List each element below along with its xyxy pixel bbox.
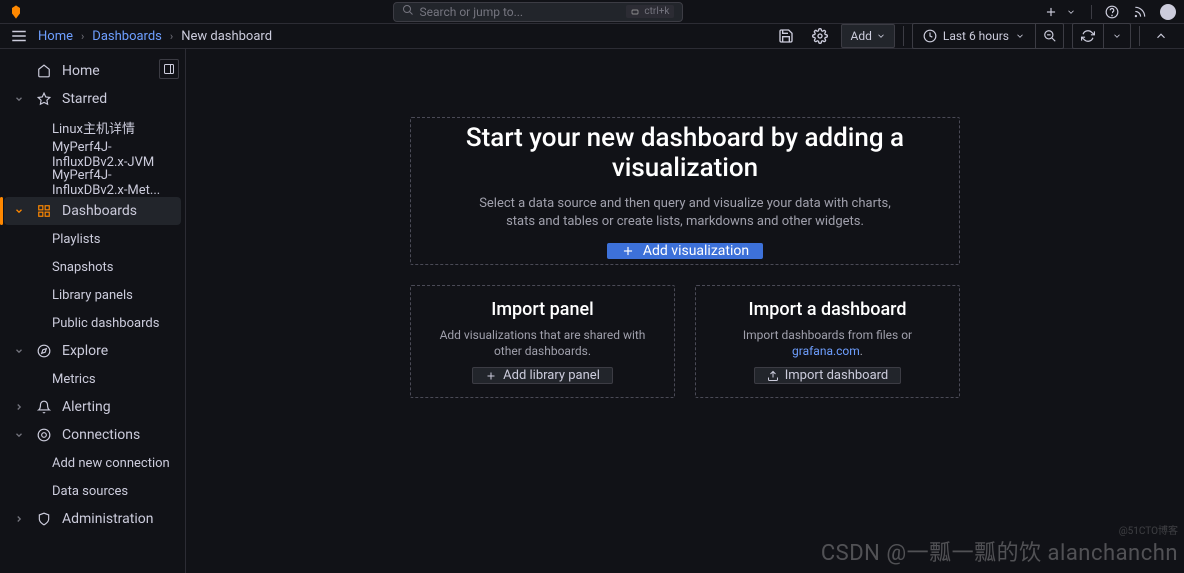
grafana-logo-icon[interactable] — [8, 4, 24, 20]
time-picker: Last 6 hours — [912, 23, 1064, 49]
breadcrumb-dashboards[interactable]: Dashboards — [92, 29, 162, 44]
sidebar-item-snapshots[interactable]: Snapshots — [4, 253, 181, 281]
sidebar-item-starred-1[interactable]: MyPerf4J-InfluxDBv2.x-JVM — [4, 141, 181, 169]
sidebar-item-label: Public dashboards — [52, 316, 159, 331]
card-import-dashboard: Import a dashboard Import dashboards fro… — [695, 285, 960, 398]
search-icon — [402, 4, 414, 19]
help-icon[interactable] — [1104, 4, 1120, 20]
sidebar-item-starred[interactable]: Starred — [4, 85, 181, 113]
card-title: Start your new dashboard by adding a vis… — [431, 123, 939, 183]
apps-icon — [36, 204, 52, 218]
chevron-right-icon: › — [170, 30, 173, 43]
zoom-out-icon[interactable] — [1036, 23, 1064, 49]
refresh-group — [1072, 23, 1131, 49]
subbar: Home › Dashboards › New dashboard Add La… — [0, 24, 1184, 49]
refresh-icon[interactable] — [1073, 24, 1104, 48]
card-title: Import a dashboard — [748, 299, 906, 320]
card-import-panel: Import panel Add visualizations that are… — [410, 285, 675, 398]
time-range-button[interactable]: Last 6 hours — [912, 23, 1036, 49]
import-dashboard-button[interactable]: Import dashboard — [754, 367, 902, 384]
news-icon[interactable] — [1132, 4, 1148, 20]
sidebar-item-label: Metrics — [52, 372, 96, 387]
sidebar-item-label: Data sources — [52, 484, 128, 499]
plus-icon[interactable] — [1043, 4, 1059, 20]
sidebar-item-alerting[interactable]: Alerting — [4, 393, 181, 421]
menu-icon[interactable] — [10, 27, 28, 45]
card-description: Import dashboards from files or grafana.… — [712, 328, 943, 359]
breadcrumbs: Home › Dashboards › New dashboard — [38, 29, 272, 44]
sidebar-item-label: MyPerf4J-InfluxDBv2.x-Met... — [52, 168, 173, 198]
refresh-interval-dropdown[interactable] — [1104, 24, 1130, 48]
compass-icon — [36, 344, 52, 358]
search-shortcut: ctrl+k — [626, 5, 673, 18]
add-library-panel-button[interactable]: Add library panel — [472, 367, 613, 384]
plug-icon — [36, 428, 52, 442]
sidebar-item-label: Playlists — [52, 232, 100, 247]
chevron-down-icon — [12, 94, 26, 104]
sidebar-item-connections[interactable]: Connections — [4, 421, 181, 449]
sidebar-item-explore[interactable]: Explore — [4, 337, 181, 365]
sidebar-item-starred-0[interactable]: Linux主机详情 — [4, 113, 181, 141]
card-add-visualization: Start your new dashboard by adding a vis… — [410, 117, 960, 265]
sidebar-item-label: Home — [62, 63, 100, 79]
sidebar-item-public-dashboards[interactable]: Public dashboards — [4, 309, 181, 337]
sidebar-item-administration[interactable]: Administration — [4, 505, 181, 533]
grafana-link[interactable]: grafana.com — [792, 344, 860, 358]
save-icon[interactable] — [773, 23, 799, 49]
sidebar-item-add-connection[interactable]: Add new connection — [4, 449, 181, 477]
sidebar-item-starred-2[interactable]: MyPerf4J-InfluxDBv2.x-Met... — [4, 169, 181, 197]
sidebar-item-label: Explore — [62, 343, 108, 359]
sidebar-item-metrics[interactable]: Metrics — [4, 365, 181, 393]
sidebar-item-label: Dashboards — [62, 203, 137, 219]
sidebar: Home Starred Linux主机详情 MyPerf4J-InfluxDB… — [0, 49, 186, 573]
breadcrumb-home[interactable]: Home — [38, 29, 73, 44]
breadcrumb-current: New dashboard — [181, 29, 272, 44]
home-icon — [36, 64, 52, 78]
sidebar-item-label: Add new connection — [52, 456, 170, 471]
collapse-icon[interactable] — [1148, 23, 1174, 49]
sidebar-item-library-panels[interactable]: Library panels — [4, 281, 181, 309]
search-placeholder: Search or jump to... — [420, 5, 524, 19]
sidebar-item-label: Library panels — [52, 288, 133, 303]
sidebar-item-playlists[interactable]: Playlists — [4, 225, 181, 253]
sidebar-item-home[interactable]: Home — [4, 57, 181, 85]
add-visualization-button[interactable]: Add visualization — [607, 243, 763, 259]
main: Start your new dashboard by adding a vis… — [186, 49, 1184, 573]
settings-icon[interactable] — [807, 23, 833, 49]
chevron-right-icon — [12, 514, 26, 524]
card-description: Add visualizations that are shared with … — [427, 328, 658, 359]
sidebar-item-label: Snapshots — [52, 260, 114, 275]
chevron-down-icon — [12, 206, 26, 216]
sidebar-item-label: Connections — [62, 427, 140, 443]
card-description: Select a data source and then query and … — [465, 195, 905, 231]
sidebar-item-label: Starred — [62, 91, 107, 107]
chevron-right-icon — [12, 402, 26, 412]
watermark: CSDN @一瓢一瓢的饮 alanchanchn — [821, 535, 1178, 567]
watermark-2: @51CTO博客 — [1119, 522, 1178, 537]
global-search[interactable]: Search or jump to... ctrl+k — [393, 2, 683, 22]
undock-icon[interactable] — [159, 59, 179, 79]
sidebar-item-label: Alerting — [62, 399, 111, 415]
star-icon — [36, 92, 52, 106]
sidebar-item-data-sources[interactable]: Data sources — [4, 477, 181, 505]
shield-icon — [36, 512, 52, 526]
sidebar-item-dashboards[interactable]: Dashboards — [4, 197, 181, 225]
bell-icon — [36, 400, 52, 414]
chevron-down-icon[interactable] — [1063, 4, 1079, 20]
add-button[interactable]: Add — [841, 24, 894, 48]
card-title: Import panel — [491, 299, 593, 320]
topbar: Search or jump to... ctrl+k — [0, 0, 1184, 24]
sidebar-item-label: Administration — [62, 511, 153, 527]
avatar[interactable] — [1160, 4, 1176, 20]
sidebar-item-label: Linux主机详情 — [52, 118, 135, 137]
sidebar-item-label: MyPerf4J-InfluxDBv2.x-JVM — [52, 140, 173, 170]
chevron-down-icon — [12, 430, 26, 440]
chevron-down-icon — [12, 346, 26, 356]
chevron-right-icon: › — [81, 30, 84, 43]
